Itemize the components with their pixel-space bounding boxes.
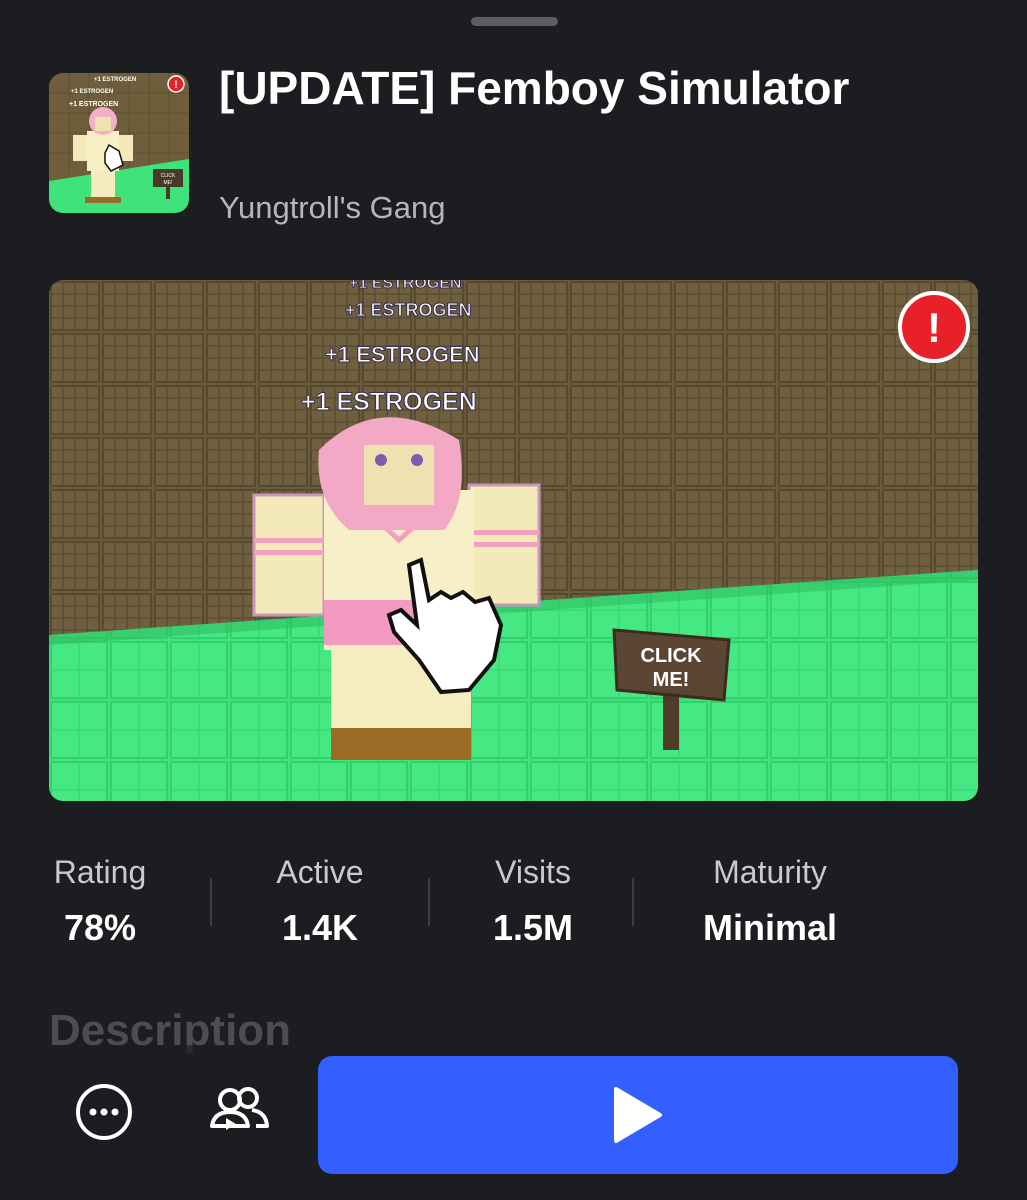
- drag-handle[interactable]: [471, 17, 558, 26]
- stat-value: 1.5M: [492, 907, 574, 948]
- stat-label: Visits: [495, 854, 571, 890]
- alert-icon: !: [927, 304, 941, 351]
- stat-value: Minimal: [702, 907, 837, 948]
- hero-image: +1 ESTROGEN +1 ESTROGEN +1 ESTROGEN +1 E…: [49, 280, 978, 801]
- stat-label: Rating: [53, 854, 147, 890]
- thumb-sign-line1: CLICK: [161, 173, 176, 179]
- sign-text-line2: ME!: [653, 669, 690, 691]
- hero-text-4: +1 ESTROGEN: [301, 388, 477, 416]
- more-options-icon: [76, 1084, 132, 1140]
- stat-value: 1.4K: [281, 907, 359, 948]
- more-options-button[interactable]: [74, 1082, 134, 1142]
- thumb-text-1: +1 ESTROGEN: [94, 77, 136, 83]
- friends-icon: [210, 1087, 269, 1130]
- stat-label: Maturity: [713, 854, 827, 890]
- hero-text-3: +1 ESTROGEN: [325, 342, 480, 367]
- stat-visits: Visits 1.5M: [478, 852, 588, 950]
- play-button[interactable]: [318, 1056, 958, 1174]
- thumb-text-2: +1 ESTROGEN: [71, 89, 113, 95]
- thumb-alert-icon: !: [174, 79, 178, 91]
- play-with-friends-button[interactable]: [206, 1082, 272, 1142]
- hero-text-2: +1 ESTROGEN: [345, 300, 472, 320]
- creator-link[interactable]: Yungtroll's Gang: [219, 190, 446, 226]
- hero-media[interactable]: +1 ESTROGEN +1 ESTROGEN +1 ESTROGEN +1 E…: [49, 280, 978, 801]
- stat-label: Active: [276, 854, 364, 890]
- stat-rating: Rating 78%: [49, 852, 151, 950]
- stat-divider: [428, 878, 430, 926]
- sign-text-line1: CLICK: [640, 645, 702, 667]
- stat-divider: [210, 878, 212, 926]
- stat-divider: [632, 878, 634, 926]
- thumbnail-image: +1 ESTROGEN +1 ESTROGEN +1 ESTROGEN CLIC…: [49, 73, 189, 213]
- play-icon: [614, 1087, 662, 1143]
- hero-text-1: +1 ESTROGEN: [349, 280, 461, 292]
- game-title: [UPDATE] Femboy Simulator: [219, 62, 850, 114]
- game-thumbnail[interactable]: +1 ESTROGEN +1 ESTROGEN +1 ESTROGEN CLIC…: [49, 73, 189, 213]
- stat-value: 78%: [63, 907, 137, 948]
- thumb-sign-line2: ME!: [164, 180, 173, 186]
- thumb-text-3: +1 ESTROGEN: [69, 101, 118, 108]
- stat-maturity: Maturity Minimal: [690, 852, 850, 950]
- stat-active: Active 1.4K: [262, 852, 378, 950]
